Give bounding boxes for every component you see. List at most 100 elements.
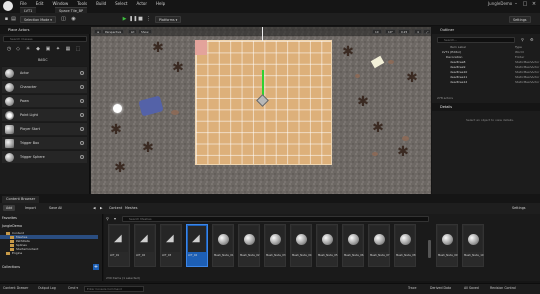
show-button[interactable]: Show	[138, 29, 152, 34]
asset-tile[interactable]: ◢ LVT_03	[160, 224, 182, 267]
scale-snap-button[interactable]: 0.25	[398, 29, 411, 34]
derived-data-button[interactable]: Derived Data	[430, 286, 451, 290]
outliner-col-type[interactable]: Type	[515, 45, 522, 49]
outliner-row[interactable]: Decoration Folder	[432, 55, 540, 60]
more-icon[interactable]: ⋮	[145, 16, 152, 23]
rotation-snap-button[interactable]: 10°	[385, 29, 396, 34]
content-drawer-button[interactable]: Content Drawer	[3, 286, 28, 290]
actor-item-trigger-sphere[interactable]: Trigger Sphere	[2, 150, 87, 163]
revision-control-button[interactable]: Revision Control	[490, 286, 516, 290]
asset-tile-selected[interactable]: ◢ LVT_04	[186, 224, 208, 267]
path-meshes[interactable]: Meshes	[122, 205, 140, 211]
dead-tree-icon[interactable]: ✱	[340, 44, 356, 60]
rock-mesh[interactable]	[388, 60, 394, 64]
asset-tile[interactable]: ◢ LVT_01	[108, 224, 130, 267]
save-all-button[interactable]: Save All	[46, 205, 65, 211]
asset-tile[interactable]: Mesh_Node_05	[316, 224, 338, 267]
rock-mesh[interactable]	[402, 136, 409, 141]
lit-button[interactable]: Lit	[128, 29, 138, 34]
info-icon[interactable]	[80, 141, 84, 145]
favorites-header[interactable]: Favorites	[2, 216, 17, 220]
dead-tree-icon[interactable]: ✱	[395, 144, 411, 160]
add-button[interactable]: Add	[3, 205, 16, 211]
cinematic-icon[interactable]: ▣	[44, 46, 52, 53]
menu-tools[interactable]: Tools	[77, 1, 87, 6]
asset-tile[interactable]: Mesh_Node_03	[264, 224, 286, 267]
outliner-row[interactable]: deadtree12 StaticMeshActor	[432, 80, 540, 85]
folder-engine[interactable]: Engine	[6, 251, 22, 255]
asset-tile[interactable]: Mesh_Node_08	[394, 224, 416, 267]
dead-tree-icon[interactable]: ✱	[150, 40, 166, 56]
trace-button[interactable]: Trace	[408, 286, 416, 290]
cmd-button[interactable]: Cmd ▾	[68, 286, 78, 290]
volumes-icon[interactable]: ⬚	[74, 46, 82, 53]
add-collection-icon[interactable]: +	[93, 264, 99, 270]
info-icon[interactable]	[80, 99, 84, 103]
minimize-icon[interactable]: –	[512, 1, 520, 7]
forward-icon[interactable]: ▶	[97, 205, 106, 211]
actor-item-actor[interactable]: Actor	[2, 66, 87, 79]
dead-tree-icon[interactable]: ✱	[108, 122, 124, 138]
maximize-viewport-icon[interactable]: ⤢	[423, 29, 432, 34]
dead-tree-icon[interactable]: ✱	[355, 94, 371, 110]
cb-settings-button[interactable]: Settings	[509, 205, 529, 211]
basic-icon[interactable]: ◇	[14, 46, 22, 53]
menu-help[interactable]: Help	[156, 1, 165, 6]
menu-build[interactable]: Build	[96, 1, 106, 6]
actor-item-trigger-box[interactable]: Trigger Box	[2, 136, 87, 149]
collections-header[interactable]: Collections	[2, 265, 20, 269]
actor-item-point-light[interactable]: Point Light	[2, 108, 87, 121]
actor-item-character[interactable]: Character	[2, 80, 87, 93]
outliner-row[interactable]: deadtree10 StaticMeshActor	[432, 70, 540, 75]
project-root-header[interactable]: JungleDemo	[2, 224, 22, 228]
settings-button[interactable]: Settings	[509, 16, 531, 23]
content-icon[interactable]: ▤	[10, 16, 17, 23]
rock-mesh[interactable]	[171, 110, 179, 115]
place-actors-search[interactable]: Search Classes	[3, 36, 87, 42]
menu-actor[interactable]: Actor	[136, 1, 147, 6]
asset-search[interactable]: Search Meshes	[122, 216, 429, 222]
rock-mesh[interactable]	[355, 74, 360, 78]
grid-snap-button[interactable]: 10	[372, 29, 382, 34]
tab-content-browser[interactable]: Content Browser	[2, 196, 40, 203]
asset-tile[interactable]: Mesh_Node_07	[368, 224, 390, 267]
save-icon[interactable]: ▪	[3, 16, 10, 23]
asset-tile[interactable]: Mesh_Node_09	[436, 224, 458, 267]
visual-effects-icon[interactable]: ✦	[54, 46, 62, 53]
menu-window[interactable]: Window	[52, 1, 68, 6]
grid-start-cell[interactable]	[195, 40, 207, 55]
outliner-col-label[interactable]: Item Label	[450, 45, 466, 49]
gear-icon[interactable]: ⚙	[530, 37, 534, 42]
console-command-input[interactable]: Enter Console Command	[84, 286, 144, 292]
actor-item-player-start[interactable]: Player Start	[2, 122, 87, 135]
info-icon[interactable]	[80, 71, 84, 75]
dead-tree-icon[interactable]: ✱	[112, 160, 128, 176]
pause-icon[interactable]: ❚❚	[129, 16, 137, 23]
platforms-button[interactable]: Platforms ▾	[155, 16, 182, 23]
recent-icon[interactable]: ◷	[5, 46, 13, 53]
dead-tree-icon[interactable]: ✱	[370, 120, 386, 136]
asset-tile[interactable]: ◢ LVT_02	[134, 224, 156, 267]
play-icon[interactable]: ▶	[121, 16, 128, 23]
blueprint-icon[interactable]: ◫	[60, 16, 67, 23]
info-icon[interactable]	[80, 127, 84, 131]
geometry-icon[interactable]: ▦	[64, 46, 72, 53]
outliner-search[interactable]: Search...	[437, 37, 515, 43]
all-saved-button[interactable]: All Saved	[464, 286, 479, 290]
outliner-row[interactable]: LVT1 (Editor) World	[432, 50, 540, 55]
outliner-row[interactable]: deadtree8 StaticMeshActor	[432, 60, 540, 65]
dropdown-icon[interactable]: ▾	[114, 216, 116, 221]
filter-icon[interactable]: ⚲	[106, 216, 109, 221]
filter-icon[interactable]: ⚲	[521, 37, 524, 42]
info-icon[interactable]	[80, 113, 84, 117]
info-icon[interactable]	[80, 85, 84, 89]
actor-item-pawn[interactable]: Pawn	[2, 94, 87, 107]
asset-view-scrollbar[interactable]	[428, 240, 431, 258]
dead-tree-icon[interactable]: ✱	[170, 60, 186, 76]
asset-tile[interactable]: Mesh_Node_01	[212, 224, 234, 267]
asset-tile[interactable]: Mesh_Node_02	[238, 224, 260, 267]
dead-tree-icon[interactable]: ✱	[404, 70, 420, 86]
outliner-row[interactable]: deadtree9 StaticMeshActor	[432, 65, 540, 70]
import-button[interactable]: Import	[22, 205, 39, 211]
menu-edit[interactable]: Edit	[36, 1, 44, 6]
